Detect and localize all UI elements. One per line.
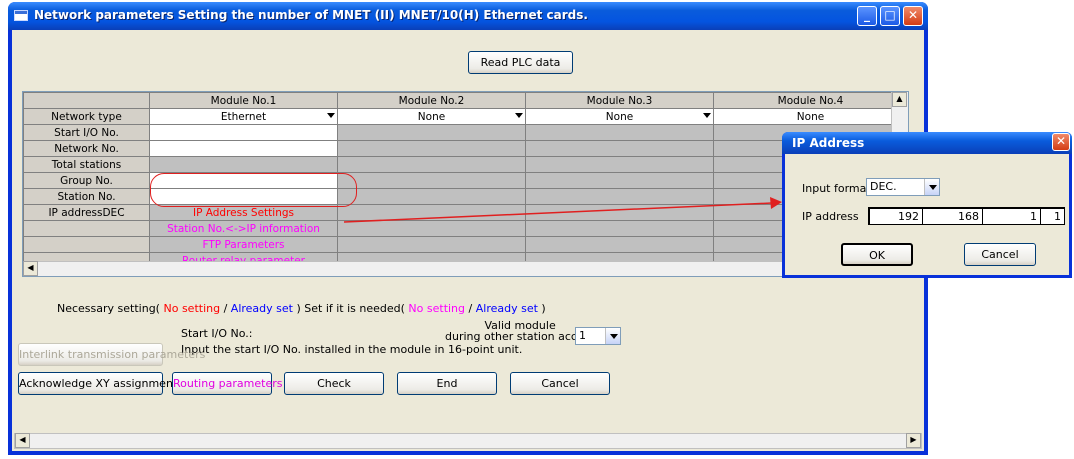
input-format-select[interactable]: DEC. [866, 178, 940, 196]
dialog-cancel-button[interactable]: Cancel [964, 243, 1036, 266]
ok-button[interactable]: OK [841, 243, 913, 266]
input-format-label: Input format [802, 182, 871, 195]
ip-octet-4[interactable]: 1 [1040, 207, 1065, 225]
ip-octet-2[interactable]: 168 [922, 207, 982, 225]
ip-address-label: IP address [802, 210, 859, 223]
input-format-value: DEC. [870, 180, 897, 193]
ip-octet-3[interactable]: 1 [982, 207, 1040, 225]
dialog-title-bar: IP Address ✕ [782, 132, 1072, 154]
dialog-title: IP Address [792, 136, 865, 150]
dialog-body: Input format DEC. IP address 192 168 1 1… [785, 154, 1069, 275]
dropdown-arrow-icon[interactable] [924, 179, 939, 195]
ip-octet-1[interactable]: 192 [868, 207, 922, 225]
dialog-close-button[interactable]: ✕ [1052, 133, 1070, 151]
ip-address-dialog: IP Address ✕ Input format DEC. IP addres… [782, 132, 1072, 278]
